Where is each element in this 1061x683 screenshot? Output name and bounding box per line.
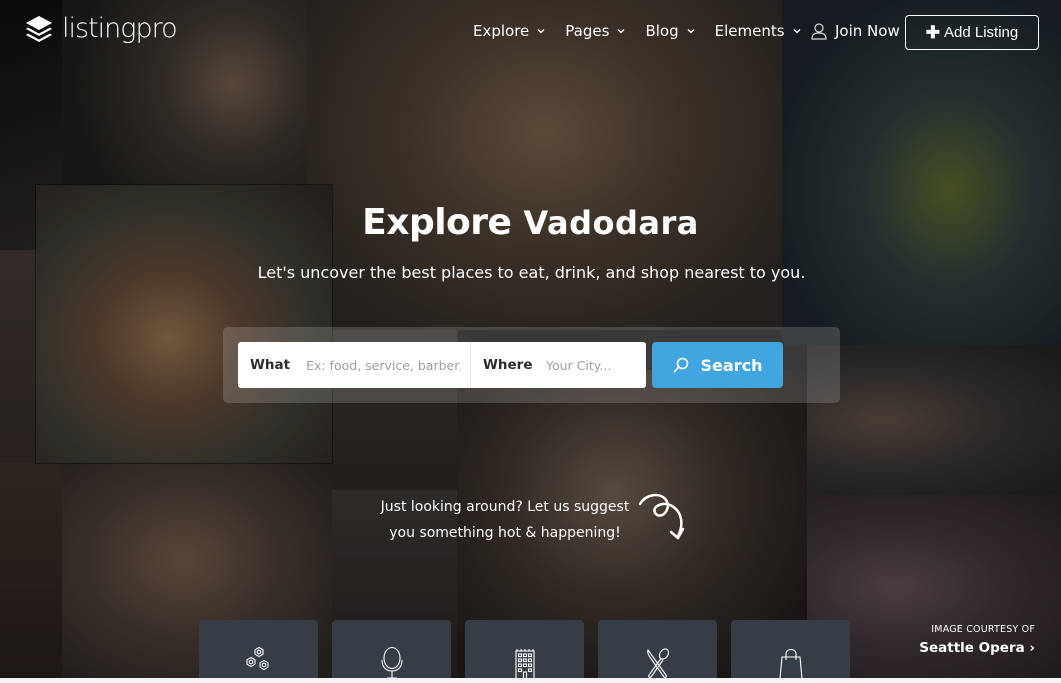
nav-item-pages[interactable]: Pages [565, 22, 625, 40]
chevron-right-icon: › [1029, 640, 1035, 656]
crosshair-location-icon[interactable] [540, 359, 542, 371]
knife-spoon-icon [646, 648, 669, 678]
chevron-down-icon [617, 29, 625, 34]
mirror-icon [380, 646, 403, 679]
logo[interactable]: listingpro [24, 13, 178, 44]
search-button[interactable]: Search [652, 342, 783, 388]
what-field: What [238, 342, 471, 388]
suggest-line-2: you something hot & happening! [389, 525, 621, 541]
add-listing-button[interactable]: ✚ Add Listing [905, 15, 1039, 50]
where-label: Where [483, 357, 533, 373]
page-content-start [0, 678, 1061, 683]
category-tile-hotels[interactable] [465, 620, 584, 683]
main-nav: Explore Pages Blog Elements [473, 22, 821, 40]
hero-subtitle: Let's uncover the best places to eat, dr… [257, 263, 806, 282]
user-icon [811, 23, 827, 40]
layers-logo-icon [26, 15, 52, 42]
where-input[interactable] [546, 357, 646, 373]
chevron-down-icon [537, 29, 545, 34]
category-tile-beauty[interactable] [332, 620, 451, 683]
logo-text: listingpro [62, 13, 178, 44]
nav-item-explore[interactable]: Explore [473, 22, 545, 40]
suggest-text: Just looking around? Let us suggest you … [370, 494, 640, 546]
search-button-label: Search [700, 355, 763, 375]
curly-arrow-icon [638, 493, 685, 540]
chevron-down-icon [687, 29, 695, 34]
plus-icon: ✚ [925, 22, 941, 42]
courtesy-link[interactable]: Seattle Opera › [919, 640, 1035, 656]
nav-item-label: Pages [565, 22, 610, 40]
nav-item-blog[interactable]: Blog [645, 22, 695, 40]
search-form: What Where [238, 342, 646, 388]
where-field: Where [471, 342, 646, 388]
hotel-building-icon [514, 649, 535, 680]
chevron-down-icon [793, 29, 800, 34]
category-tile-shopping[interactable] [731, 620, 850, 683]
nav-item-label: Elements [714, 22, 785, 40]
hero-title-city: Vadodara [523, 204, 699, 242]
add-listing-label: Add Listing [944, 24, 1019, 41]
site-header: listingpro Explore Pages Blog Elements J… [0, 0, 1061, 66]
courtesy-label: IMAGE COURTESY OF [931, 624, 1035, 635]
suggest-line-1: Just looking around? Let us suggest [380, 499, 630, 515]
nav-item-label: Explore [473, 22, 530, 40]
what-input[interactable] [306, 357, 462, 373]
image-courtesy: IMAGE COURTESY OF Seattle Opera › [919, 624, 1035, 656]
shopping-bag-icon [778, 648, 803, 680]
nav-item-elements[interactable]: Elements [715, 22, 801, 40]
category-tile-restaurants[interactable] [598, 620, 717, 683]
search-icon [673, 357, 688, 373]
join-now-label: Join Now [835, 22, 900, 40]
category-tiles [199, 620, 850, 683]
nav-item-label: Blog [645, 22, 679, 40]
gears-icon [245, 646, 269, 671]
hero-title: Explore Vadodara [0, 202, 1061, 243]
hero-title-prefix: Explore [362, 202, 512, 243]
category-tile-services[interactable] [199, 620, 318, 683]
what-label: What [250, 357, 291, 373]
join-now-link[interactable]: Join Now [810, 22, 900, 40]
courtesy-link-label: Seattle Opera [919, 640, 1025, 656]
